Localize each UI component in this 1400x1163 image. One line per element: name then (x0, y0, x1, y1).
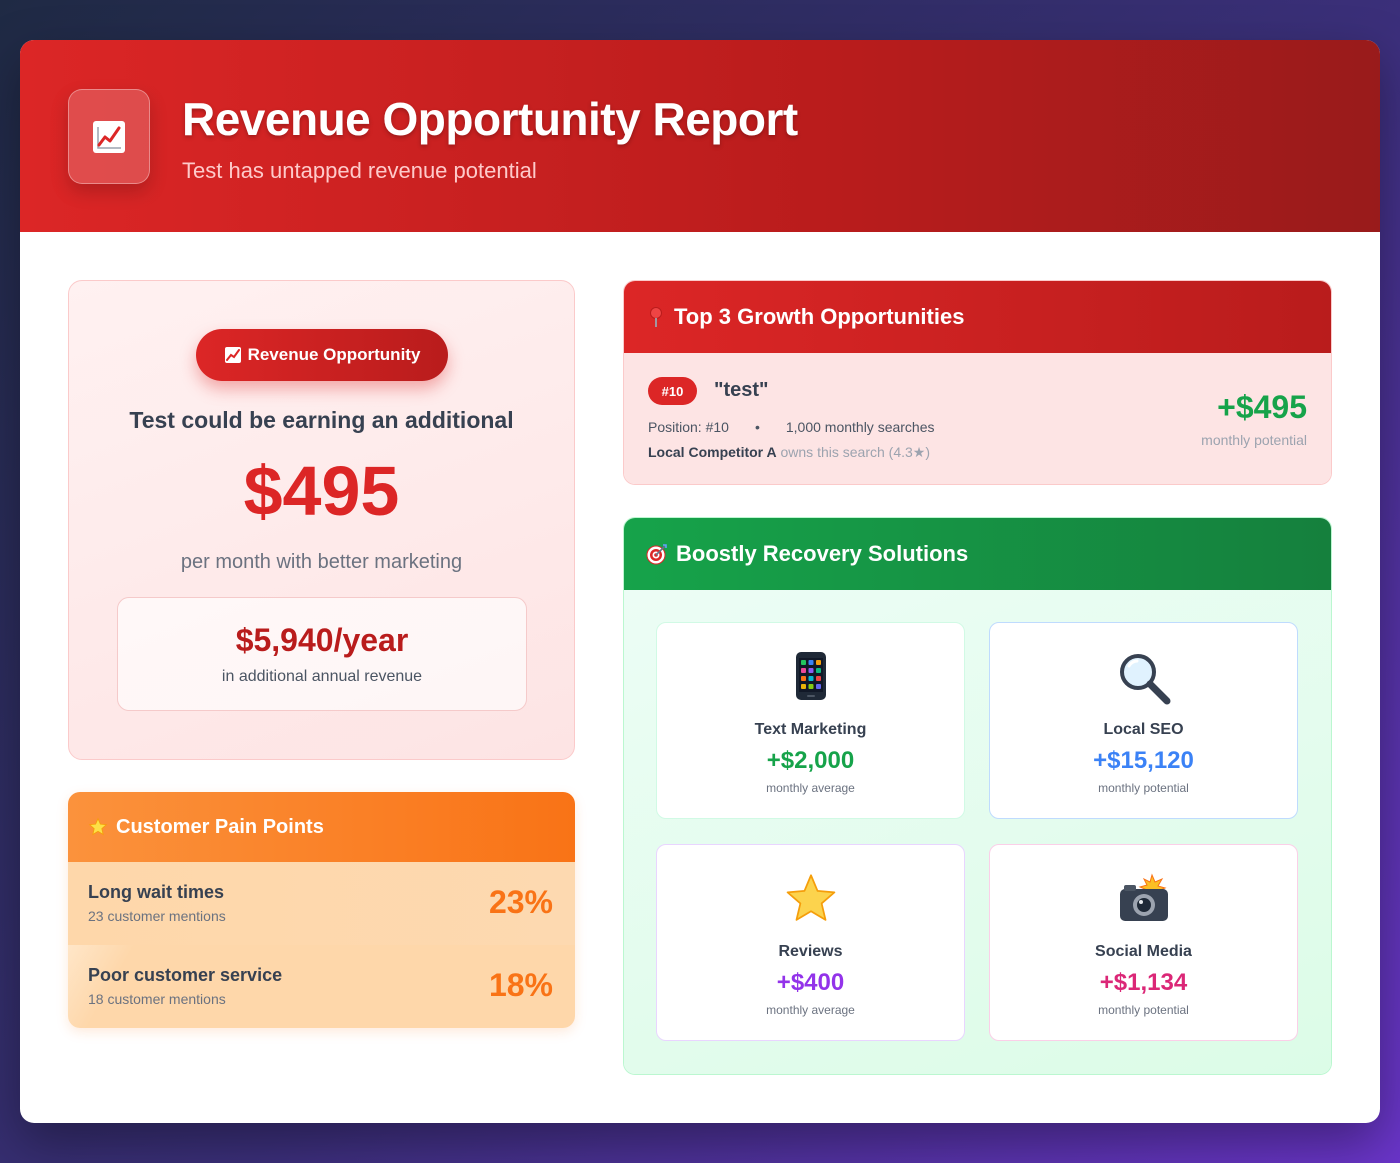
solution-name: Local SEO (1103, 721, 1184, 738)
report-header: Revenue Opportunity Report Test has unta… (20, 40, 1380, 232)
search-volume: 1,000 monthly searches (785, 419, 935, 435)
pushpin-icon (650, 307, 662, 327)
list-item: Long wait times 23 customer mentions 23% (68, 862, 575, 945)
competitor-text: Local Competitor A owns this search (4.3… (648, 444, 930, 461)
chart-increasing-icon (68, 89, 150, 184)
opportunity-meta: Position: #10 • 1,000 monthly searches (648, 419, 935, 435)
solution-value: +$2,000 (766, 747, 855, 774)
annual-revenue-box: $5,940/year in additional annual revenue (117, 597, 527, 711)
growth-opportunities-panel: Top 3 Growth Opportunities #10 "test" Po… (623, 280, 1332, 485)
solution-value: +$1,134 (1099, 969, 1188, 996)
solution-name: Text Marketing (754, 721, 867, 738)
star-icon (657, 873, 964, 927)
position-text: Position: #10 (648, 419, 729, 435)
pain-mentions: 23 customer mentions (88, 908, 226, 924)
solution-caption: monthly average (766, 1003, 855, 1017)
solution-name: Reviews (778, 943, 843, 960)
solution-card-social-media[interactable]: Social Media +$1,134 monthly potential (989, 844, 1298, 1041)
solution-card-reviews[interactable]: Reviews +$400 monthly average (656, 844, 965, 1041)
opportunity-caption: monthly potential (1201, 432, 1307, 448)
pain-label: Long wait times (88, 882, 225, 902)
solution-card-local-seo[interactable]: Local SEO +$15,120 monthly potential (989, 622, 1298, 819)
pain-points-panel: Customer Pain Points Long wait times 23 … (68, 792, 575, 1028)
growth-opportunities-header: Top 3 Growth Opportunities (624, 281, 1331, 353)
hero-lead-text: Test could be earning an additional (129, 407, 514, 433)
solution-caption: monthly potential (1098, 781, 1189, 795)
solution-card-text-marketing[interactable]: Text Marketing +$2,000 monthly average (656, 622, 965, 819)
target-icon (646, 544, 667, 565)
recovery-solutions-header: Boostly Recovery Solutions (624, 518, 1331, 590)
keyword: "test" (714, 379, 769, 401)
solution-caption: monthly average (766, 781, 855, 795)
competitor-owns: owns this search (4.3★) (776, 444, 930, 460)
badge-label: Revenue Opportunity (247, 345, 421, 364)
star-icon (88, 817, 108, 836)
magnifier-icon (990, 651, 1297, 705)
mobile-phone-icon (657, 651, 964, 705)
solution-value: +$15,120 (1093, 747, 1194, 774)
page-title: Revenue Opportunity Report (182, 93, 798, 145)
annual-amount: $5,940/year (235, 622, 409, 658)
solution-value: +$400 (776, 969, 845, 996)
camera-flash-icon (990, 873, 1297, 927)
pain-mentions: 18 customer mentions (88, 991, 226, 1007)
pain-percentage: 18% (488, 967, 553, 1003)
recovery-solutions-title: Boostly Recovery Solutions (676, 541, 969, 566)
growth-opportunities-title: Top 3 Growth Opportunities (674, 304, 965, 329)
revenue-opportunity-badge: Revenue Opportunity (196, 329, 448, 381)
chart-increasing-icon (224, 347, 241, 363)
page-subtitle: Test has untapped revenue potential (182, 158, 537, 183)
solution-caption: monthly potential (1098, 1003, 1189, 1017)
rank-badge: #10 (648, 377, 697, 405)
revenue-hero-panel: Revenue Opportunity Test could be earnin… (68, 280, 575, 760)
solution-name: Social Media (1095, 943, 1192, 960)
report-card: Revenue Opportunity Report Test has unta… (20, 40, 1380, 1123)
pain-label: Poor customer service (88, 965, 283, 985)
pain-points-title: Customer Pain Points (116, 815, 324, 838)
solutions-grid: Text Marketing +$2,000 monthly average L… (624, 590, 1331, 1074)
pain-points-header: Customer Pain Points (68, 792, 575, 862)
opportunity-row[interactable]: #10 "test" Position: #10 • 1,000 monthly… (624, 353, 1331, 484)
competitor-name: Local Competitor A (648, 444, 777, 460)
hero-tail-text: per month with better marketing (180, 551, 463, 573)
list-item: Poor customer service 18 customer mentio… (68, 945, 575, 1028)
annual-caption: in additional annual revenue (221, 668, 423, 685)
recovery-solutions-panel: Boostly Recovery Solutions Text Marketin… (623, 517, 1332, 1075)
monthly-amount: $495 (243, 452, 400, 530)
separator-dot: • (754, 419, 760, 435)
pain-percentage: 23% (488, 884, 553, 920)
opportunity-value: +$495 (1217, 389, 1307, 425)
